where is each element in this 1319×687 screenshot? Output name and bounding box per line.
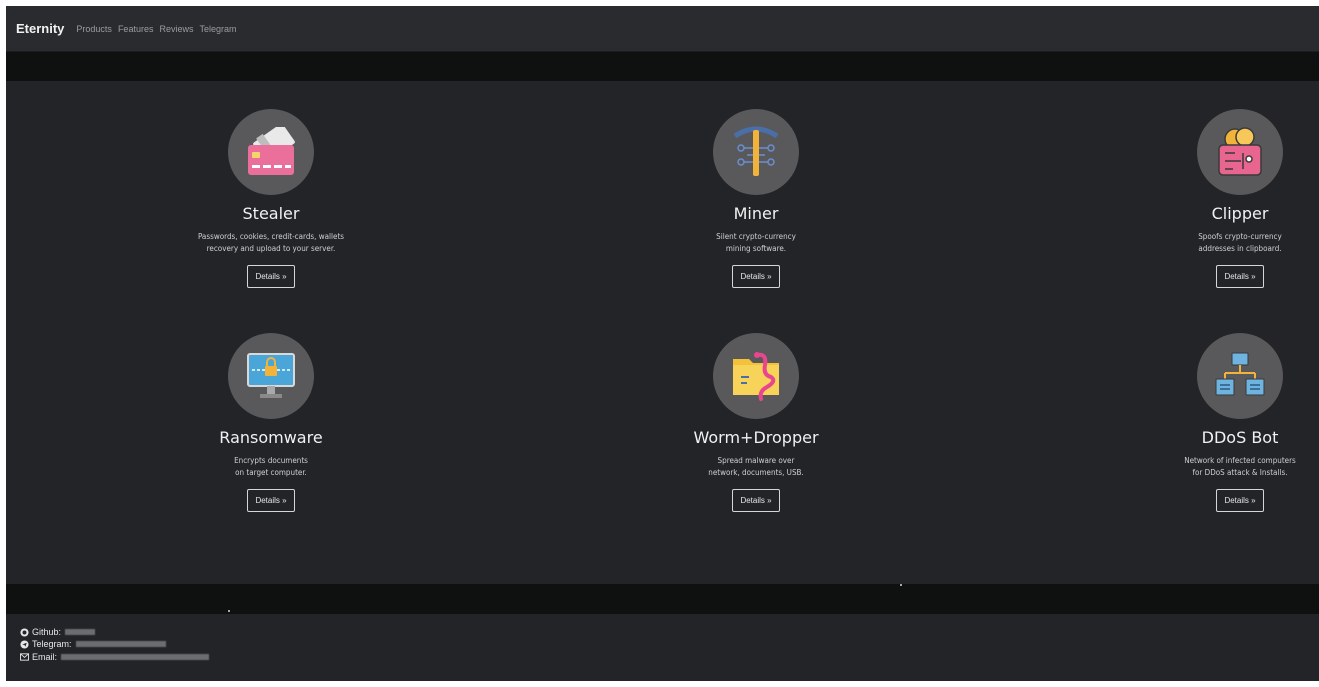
top-navbar: Eternity Products Features Reviews Teleg… <box>6 6 1319 52</box>
footer-telegram-label: Telegram: <box>32 639 72 649</box>
details-button-worm-dropper[interactable]: Details » <box>732 489 780 512</box>
details-button-ddos-bot[interactable]: Details » <box>1216 489 1264 512</box>
footer-email-label: Email: <box>32 652 58 662</box>
header-spacer-band <box>6 52 1319 81</box>
redacted-telegram <box>75 641 166 647</box>
product-description: Network of infected computers for DDoS a… <box>1184 456 1296 477</box>
product-icon-circle <box>228 109 314 195</box>
product-icon-circle <box>713 109 799 195</box>
product-description: Passwords, cookies, credit-cards, wallet… <box>197 232 345 253</box>
products-section: Stealer Passwords, cookies, credit-cards… <box>6 81 1319 584</box>
details-button-stealer[interactable]: Details » <box>247 265 295 288</box>
worm-folder-icon <box>733 352 779 401</box>
product-description: Spoofs crypto-currency addresses in clip… <box>1198 232 1282 253</box>
product-icon-circle <box>1197 109 1283 195</box>
details-button-clipper[interactable]: Details » <box>1216 265 1264 288</box>
network-servers-icon <box>1215 352 1265 396</box>
product-title: Stealer <box>242 204 300 223</box>
product-title: Clipper <box>1211 204 1269 223</box>
product-icon-circle <box>228 333 314 419</box>
product-description: Encrypts documents on target computer. <box>234 456 308 477</box>
email-icon <box>20 653 29 661</box>
page-frame: Eternity Products Features Reviews Teleg… <box>6 6 1319 681</box>
product-card-miner: Miner Silent crypto-currency mining soft… <box>646 109 866 288</box>
pickaxe-icon <box>733 126 779 176</box>
product-description: Spread malware over network, documents, … <box>708 456 804 477</box>
product-title: Miner <box>733 204 779 223</box>
footer-github-label: Github: <box>32 627 62 637</box>
product-card-stealer: Stealer Passwords, cookies, credit-cards… <box>161 109 381 288</box>
product-title: Ransomware <box>219 428 323 447</box>
redacted-github <box>65 629 96 635</box>
footer-github-row: Github: <box>20 627 96 637</box>
details-button-miner[interactable]: Details » <box>732 265 780 288</box>
nav-link-telegram[interactable]: Telegram <box>199 24 236 34</box>
product-title: DDoS Bot <box>1201 428 1279 447</box>
product-icon-circle <box>713 333 799 419</box>
footer-telegram-row: Telegram: <box>20 639 166 649</box>
product-title: Worm+Dropper <box>693 428 819 447</box>
product-card-worm-dropper: Worm+Dropper Spread malware over network… <box>646 333 866 512</box>
product-card-ransomware: Ransomware Encrypts documents on target … <box>161 333 381 512</box>
product-card-clipper: Clipper Spoofs crypto-currency addresses… <box>1130 109 1319 288</box>
product-card-ddos-bot: DDoS Bot Network of infected computers f… <box>1130 333 1319 512</box>
product-description: Silent crypto-currency mining software. <box>716 232 796 253</box>
footer-email-row: Email: <box>20 652 210 662</box>
github-icon <box>20 627 29 637</box>
nav-link-reviews[interactable]: Reviews <box>159 24 193 34</box>
redacted-email <box>61 654 210 660</box>
footer: Github: Telegram: Email: <box>6 614 1319 681</box>
brand-logo[interactable]: Eternity <box>16 21 64 36</box>
sparkle-dot <box>228 610 230 612</box>
crypto-wallet-icon <box>1218 127 1262 176</box>
product-icon-circle <box>1197 333 1283 419</box>
credit-card-icon <box>248 127 295 175</box>
telegram-icon <box>20 639 29 649</box>
footer-spacer-band <box>6 584 1319 614</box>
sparkle-dot <box>900 584 902 586</box>
nav-link-products[interactable]: Products <box>76 24 112 34</box>
locked-monitor-icon <box>247 353 295 398</box>
details-button-ransomware[interactable]: Details » <box>247 489 295 512</box>
nav-link-features[interactable]: Features <box>118 24 154 34</box>
